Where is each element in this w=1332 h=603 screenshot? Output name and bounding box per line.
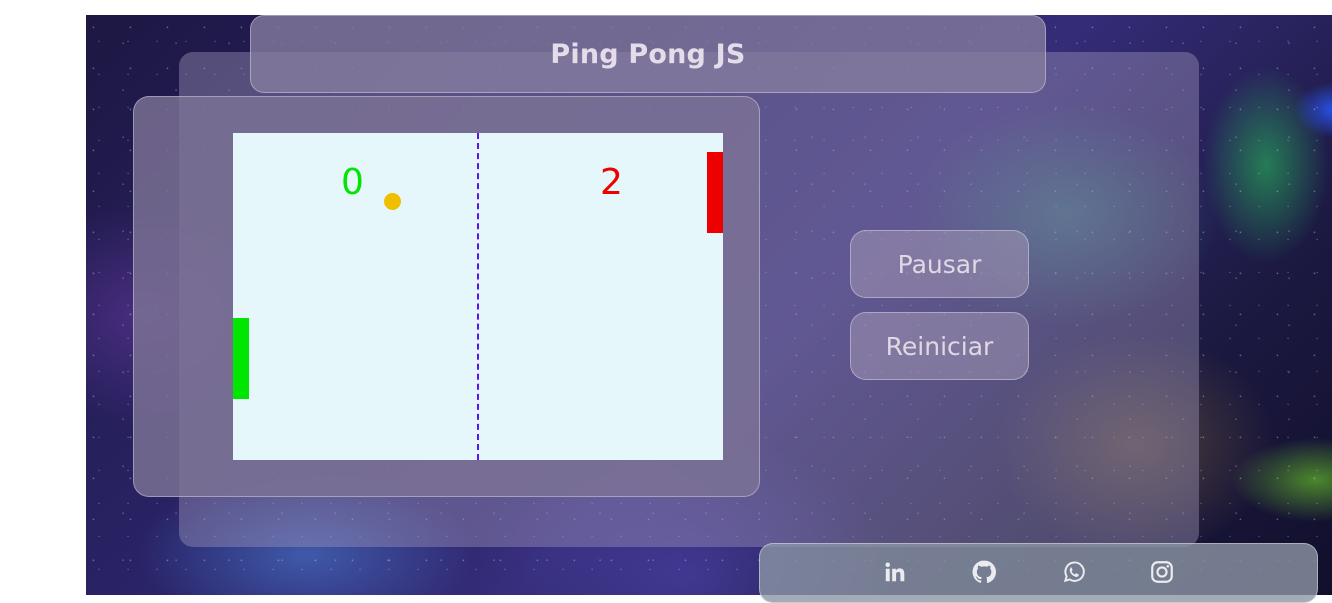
page-title: Ping Pong JS <box>550 38 746 70</box>
ball <box>384 193 401 210</box>
github-icon[interactable] <box>970 558 998 586</box>
score-right: 2 <box>600 162 623 203</box>
header: Ping Pong JS <box>250 15 1046 93</box>
center-line <box>477 133 479 460</box>
pause-button[interactable]: Pausar <box>850 230 1029 298</box>
social-footer <box>759 543 1318 603</box>
left-paddle <box>233 318 249 399</box>
right-paddle <box>707 152 723 233</box>
restart-button[interactable]: Reiniciar <box>850 312 1029 380</box>
score-left: 0 <box>341 162 364 203</box>
instagram-icon[interactable] <box>1148 558 1176 586</box>
linkedin-icon[interactable] <box>881 558 909 586</box>
game-board[interactable]: 0 2 <box>233 133 723 460</box>
whatsapp-icon[interactable] <box>1060 558 1088 586</box>
